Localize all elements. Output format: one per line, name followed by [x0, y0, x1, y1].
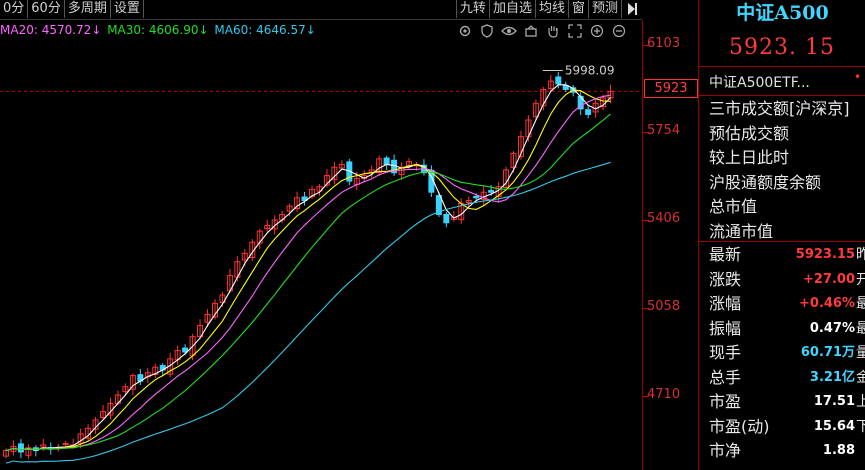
high-price-label: 5998.09: [565, 64, 615, 78]
ma20-line: [5, 94, 611, 452]
multi-period-button[interactable]: 多周期: [65, 0, 111, 18]
market-info-item[interactable]: 总市值: [709, 195, 865, 220]
stat-suffix: 量: [856, 345, 865, 361]
price-axis: 6103 5923 5754 5406 5058 4710: [642, 20, 698, 470]
stat-suffix: 开: [856, 271, 865, 288]
candle-body: [488, 190, 495, 193]
stat-suffix: 最: [856, 296, 865, 312]
stat-label: 市盈(动): [709, 416, 770, 436]
axis-tick-label: 5058: [647, 299, 681, 314]
stat-row: 总手 3.21亿金: [709, 366, 865, 391]
index-price: 5923. 15: [729, 35, 835, 60]
stat-value: 5923.15: [795, 247, 855, 262]
candle-body: [473, 195, 480, 199]
stat-suffix: 金: [856, 369, 865, 386]
ma30-label: MA30: 4606.90↓: [107, 23, 209, 37]
expand-icon[interactable]: [566, 22, 584, 40]
stat-value: 1.88: [822, 443, 855, 458]
stat-suffix: 昨: [856, 247, 865, 263]
stat-suffix: 上: [856, 394, 865, 410]
divider: [699, 66, 865, 67]
stat-row: 涨幅 +0.46% 最: [709, 292, 865, 317]
stat-value: +27.00: [802, 271, 855, 287]
ma30-line: [5, 113, 611, 452]
period-buttons: 0分 60分 多周期 设置: [0, 0, 144, 19]
candle-body: [62, 443, 69, 446]
axis-tick-label: 5406: [647, 211, 681, 226]
market-info-item[interactable]: 较上日此时: [709, 146, 865, 171]
market-info-item[interactable]: 沪股通额度余额: [709, 171, 865, 196]
settings-icon[interactable]: [456, 22, 474, 40]
period-button-0min[interactable]: 0分: [0, 0, 29, 18]
candle-body: [383, 157, 390, 165]
quote-panel: 中证A500 5923. 15 中证A500ETF... • 三市成交额[沪深京…: [698, 0, 865, 470]
ma-legend: MA20: 4570.72↓ MA30: 4606.90↓ MA60: 4646…: [0, 21, 318, 39]
divider: [699, 241, 865, 242]
stat-label: 最新: [709, 245, 742, 264]
market-info-item[interactable]: 预估成交额: [709, 122, 865, 147]
axis-tick-label: 4710: [647, 387, 681, 402]
stat-value: 15.64: [813, 418, 855, 434]
candle-body: [17, 443, 24, 453]
stat-value: +0.46%: [799, 296, 855, 311]
ma5-line: [5, 84, 611, 452]
arrow-right-icon: [628, 3, 637, 15]
stat-row: 振幅 0.47% 最: [709, 317, 865, 342]
current-price-marker: 5923: [644, 79, 698, 98]
stat-label: 市盈: [709, 392, 742, 411]
candle-body: [443, 213, 450, 224]
market-info-item[interactable]: 三市成交额[沪深京]: [709, 97, 865, 122]
quote-stats: 最新 5923.15 昨涨跌 +27.00 开涨幅 +0.46% 最振幅 0.47% 最现手 60…: [709, 243, 865, 464]
axis-tick-label: 5754: [647, 123, 681, 138]
shield-icon[interactable]: [478, 22, 496, 40]
axis-tick-label: 6103: [647, 36, 681, 51]
collapse-panel-button[interactable]: [621, 0, 642, 18]
stat-suffix: 下: [856, 418, 865, 435]
moving-average-button[interactable]: 均线: [534, 0, 568, 18]
zoom-out-icon[interactable]: [610, 22, 628, 40]
ma20-label: MA20: 4570.72↓: [0, 23, 102, 37]
candle-body: [585, 109, 592, 115]
market-info-list: 三市成交额[沪深京] 预估成交额 较上日此时 沪股通额度余额 总市值 流通市值: [709, 97, 865, 244]
hand-icon[interactable]: [544, 22, 562, 40]
chart-toolbar: 0分 60分 多周期 设置 九转 加自选 均线 窗 预测: [0, 0, 642, 20]
chart-icon-row: [456, 22, 628, 40]
stat-row: 市盈(动) 15.64 下: [709, 415, 865, 440]
period-button-60min[interactable]: 60分: [28, 0, 65, 18]
stat-value: 60.71万: [800, 345, 855, 360]
notification-dot: •: [854, 70, 862, 84]
candle-body: [555, 76, 562, 85]
stat-value: 3.21亿: [809, 369, 855, 385]
index-name: 中证A500: [736, 2, 829, 24]
stat-row: 涨跌 +27.00 开: [709, 268, 865, 293]
ma10-line: [5, 89, 611, 452]
zoom-in-icon[interactable]: [588, 22, 606, 40]
window-button[interactable]: 窗: [567, 0, 588, 18]
stat-label: 涨幅: [709, 294, 742, 313]
stat-label: 振幅: [709, 318, 742, 338]
stat-row: 现手 60.71万量: [709, 341, 865, 366]
kline-chart[interactable]: 5998.09: [0, 20, 642, 470]
add-watchlist-button[interactable]: 加自选: [488, 0, 535, 18]
stat-row: 市盈 17.51 上: [709, 390, 865, 415]
chart-tools: 九转 加自选 均线 窗 预测: [455, 0, 642, 19]
ma60-label: MA60: 4646.57↓: [214, 23, 316, 37]
stat-label: 市净: [709, 441, 742, 460]
related-etf-link[interactable]: 中证A500ETF...: [709, 72, 810, 92]
forecast-button[interactable]: 预测: [587, 0, 621, 18]
stat-row: 市净 1.88: [709, 439, 865, 464]
stat-label: 现手: [709, 343, 742, 362]
stat-value: 17.51: [813, 394, 855, 409]
nine-turn-button[interactable]: 九转: [455, 0, 489, 18]
stat-suffix: 最: [856, 320, 865, 337]
divider: [699, 95, 865, 96]
stat-value: 0.47%: [809, 320, 855, 336]
stat-label: 总手: [709, 367, 742, 387]
basket-icon[interactable]: [522, 22, 540, 40]
stat-label: 涨跌: [709, 269, 742, 289]
eye-icon[interactable]: [500, 22, 518, 40]
stat-row: 最新 5923.15 昨: [709, 243, 865, 268]
settings-button[interactable]: 设置: [111, 0, 144, 18]
